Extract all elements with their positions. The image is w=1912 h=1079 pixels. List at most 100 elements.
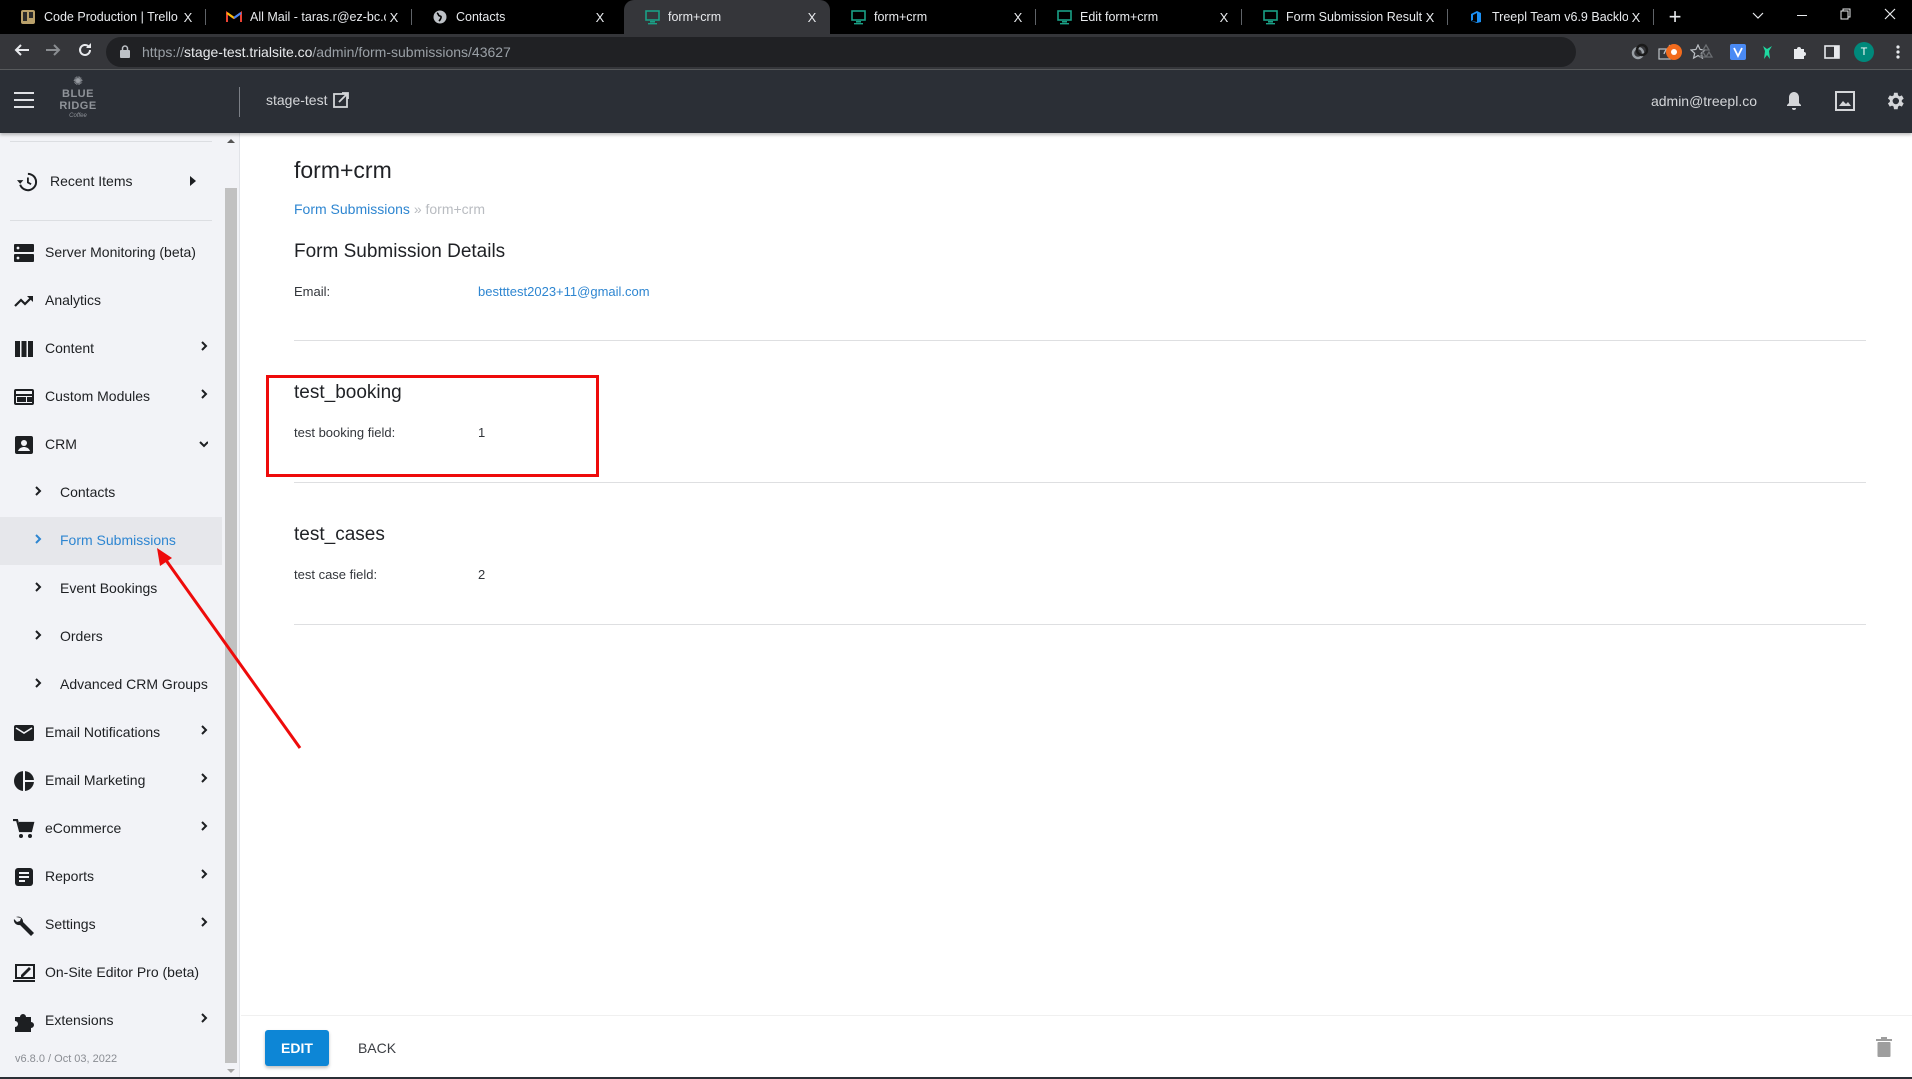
extension-button[interactable]	[1758, 42, 1778, 62]
tab-close-button[interactable]: X	[1628, 10, 1644, 25]
sidebar-item-label: Email Notifications	[45, 724, 161, 740]
tab-close-button[interactable]: X	[1010, 10, 1026, 25]
sidebar-item-settings[interactable]: Settings	[0, 901, 222, 949]
edit-button[interactable]: EDIT	[265, 1030, 329, 1066]
app-header: ✺ BLUE RIDGE Coffee stage-test admin@tre…	[0, 70, 1912, 133]
menu-toggle-button[interactable]	[14, 92, 34, 108]
sidebar-item-analytics[interactable]: Analytics	[0, 277, 222, 325]
sidebar-item-crm[interactable]: CRM	[0, 421, 222, 469]
scroll-down-arrow-icon[interactable]	[227, 1069, 235, 1073]
server-icon	[13, 243, 35, 263]
chevron-down-icon	[199, 441, 208, 448]
tab-close-button[interactable]: X	[180, 10, 196, 25]
tab-close-button[interactable]: X	[1422, 10, 1438, 25]
tab-close-button[interactable]: X	[1216, 10, 1232, 25]
monitor-icon	[644, 9, 660, 25]
user-account[interactable]: admin@treepl.co	[1651, 93, 1757, 109]
sidebar-subitem-form-submissions[interactable]: Form Submissions	[0, 517, 222, 565]
sidebar-item-label: Server Monitoring (beta)	[45, 244, 196, 260]
browser-tab[interactable]: All Mail - taras.r@ez-bc.com X	[206, 0, 412, 34]
extension-button[interactable]	[1664, 42, 1684, 62]
tab-close-button[interactable]: X	[592, 10, 608, 25]
browser-tab-active[interactable]: form+crm X	[624, 0, 830, 34]
gear-icon	[1887, 92, 1904, 110]
sidebar-item-label: Settings	[45, 916, 96, 932]
sidebar: Recent Items Server Monitoring (beta) An…	[0, 133, 240, 1079]
brand-logo[interactable]: ✺ BLUE RIDGE Coffee	[58, 75, 98, 131]
restore-button[interactable]	[1824, 0, 1868, 34]
browser-tab[interactable]: Form Submission Results X	[1242, 0, 1448, 34]
sidebar-scrollbar[interactable]	[224, 133, 238, 1079]
sidebar-item-recent-items[interactable]: Recent Items	[0, 158, 222, 206]
browser-tab[interactable]: form+crm X	[830, 0, 1036, 34]
wrench-icon	[13, 915, 35, 936]
sidebar-item-custom-modules[interactable]: Custom Modules	[0, 373, 222, 421]
sidebar-item-on-site-editor-pro[interactable]: On-Site Editor Pro (beta)	[0, 949, 222, 997]
extensions-menu-button[interactable]	[1790, 42, 1810, 62]
extension-button[interactable]	[1728, 42, 1748, 62]
url-text: https://stage-test.trialsite.co/admin/fo…	[142, 44, 511, 60]
url-host: stage-test.trialsite.co	[184, 44, 313, 60]
caret-right-icon	[190, 176, 196, 186]
breadcrumb-link-form-submissions[interactable]: Form Submissions	[294, 201, 410, 217]
pie-chart-icon	[13, 771, 35, 791]
reload-button[interactable]	[73, 40, 97, 64]
logo-text-line1: BLUE	[62, 88, 94, 100]
tab-close-button[interactable]: X	[804, 10, 820, 25]
sidebar-item-email-notifications[interactable]: Email Notifications	[0, 709, 222, 757]
globe-icon	[432, 9, 448, 25]
browser-tab[interactable]: Edit form+crm X	[1036, 0, 1242, 34]
sidebar-item-label: Reports	[45, 868, 95, 884]
browser-tab[interactable]: Code Production | Trello X	[0, 0, 206, 34]
sidebar-item-server-monitoring[interactable]: Server Monitoring (beta)	[0, 229, 222, 277]
sidebar-subitem-advanced-crm-groups[interactable]: Advanced CRM Groups	[0, 661, 222, 709]
sidebar-item-label: Recent Items	[50, 173, 133, 189]
browser-tab[interactable]: Treepl Team v6.9 Backlog - Boards X	[1448, 0, 1654, 34]
profile-button[interactable]: T	[1854, 42, 1874, 62]
sidebar-subitem-contacts[interactable]: Contacts	[0, 469, 222, 517]
contact-card-icon	[13, 435, 35, 455]
laptop-edit-icon	[13, 963, 35, 983]
sidebar-item-label: Event Bookings	[60, 580, 158, 596]
sidebar-item-label: Extensions	[45, 1012, 114, 1028]
back-nav-button[interactable]	[10, 40, 34, 64]
close-window-button[interactable]	[1868, 0, 1912, 34]
extension-button[interactable]	[1630, 42, 1650, 62]
browser-tab-strip: Code Production | Trello X All Mail - ta…	[0, 0, 1912, 34]
browser-tab[interactable]: Contacts X	[412, 0, 618, 34]
address-bar[interactable]: https://stage-test.trialsite.co/admin/fo…	[106, 37, 1706, 67]
scrollbar-thumb[interactable]	[225, 188, 237, 1063]
tab-search-button[interactable]	[1736, 0, 1780, 34]
notifications-button[interactable]	[1782, 89, 1806, 113]
extension-button[interactable]	[1696, 42, 1716, 62]
monitor-icon	[1262, 9, 1278, 25]
tab-title: All Mail - taras.r@ez-bc.com	[250, 10, 386, 24]
scroll-up-arrow-icon[interactable]	[227, 139, 235, 143]
sidebar-item-content[interactable]: Content	[0, 325, 222, 373]
tab-close-button[interactable]: X	[386, 10, 402, 25]
browser-menu-button[interactable]	[1888, 42, 1908, 62]
sidebar-item-extensions[interactable]: Extensions	[0, 997, 222, 1045]
sidebar-subitem-orders[interactable]: Orders	[0, 613, 222, 661]
side-panel-button[interactable]	[1822, 42, 1842, 62]
media-button[interactable]	[1833, 89, 1857, 113]
sidebar-subitem-event-bookings[interactable]: Event Bookings	[0, 565, 222, 613]
logo-star-icon: ✺	[72, 74, 84, 88]
forward-nav-button[interactable]	[41, 40, 65, 64]
new-tab-button[interactable]: +	[1662, 4, 1688, 30]
minimize-button[interactable]	[1780, 0, 1824, 34]
back-button[interactable]: BACK	[345, 1030, 409, 1066]
sidebar-item-label: Content	[45, 340, 95, 356]
email-link[interactable]: bestttest2023+11@gmail.com	[478, 284, 650, 299]
breadcrumb-separator: »	[413, 201, 422, 217]
field-value: 2	[478, 567, 486, 582]
chevron-right-icon	[35, 678, 42, 688]
header-divider	[239, 87, 240, 117]
delete-button[interactable]	[1876, 1037, 1894, 1059]
sidebar-item-reports[interactable]: Reports	[0, 853, 222, 901]
sidebar-item-email-marketing[interactable]: Email Marketing	[0, 757, 222, 805]
tab-title: Contacts	[456, 10, 506, 24]
site-link[interactable]: stage-test	[266, 92, 350, 108]
sidebar-item-ecommerce[interactable]: eCommerce	[0, 805, 222, 853]
settings-button[interactable]	[1883, 89, 1907, 113]
